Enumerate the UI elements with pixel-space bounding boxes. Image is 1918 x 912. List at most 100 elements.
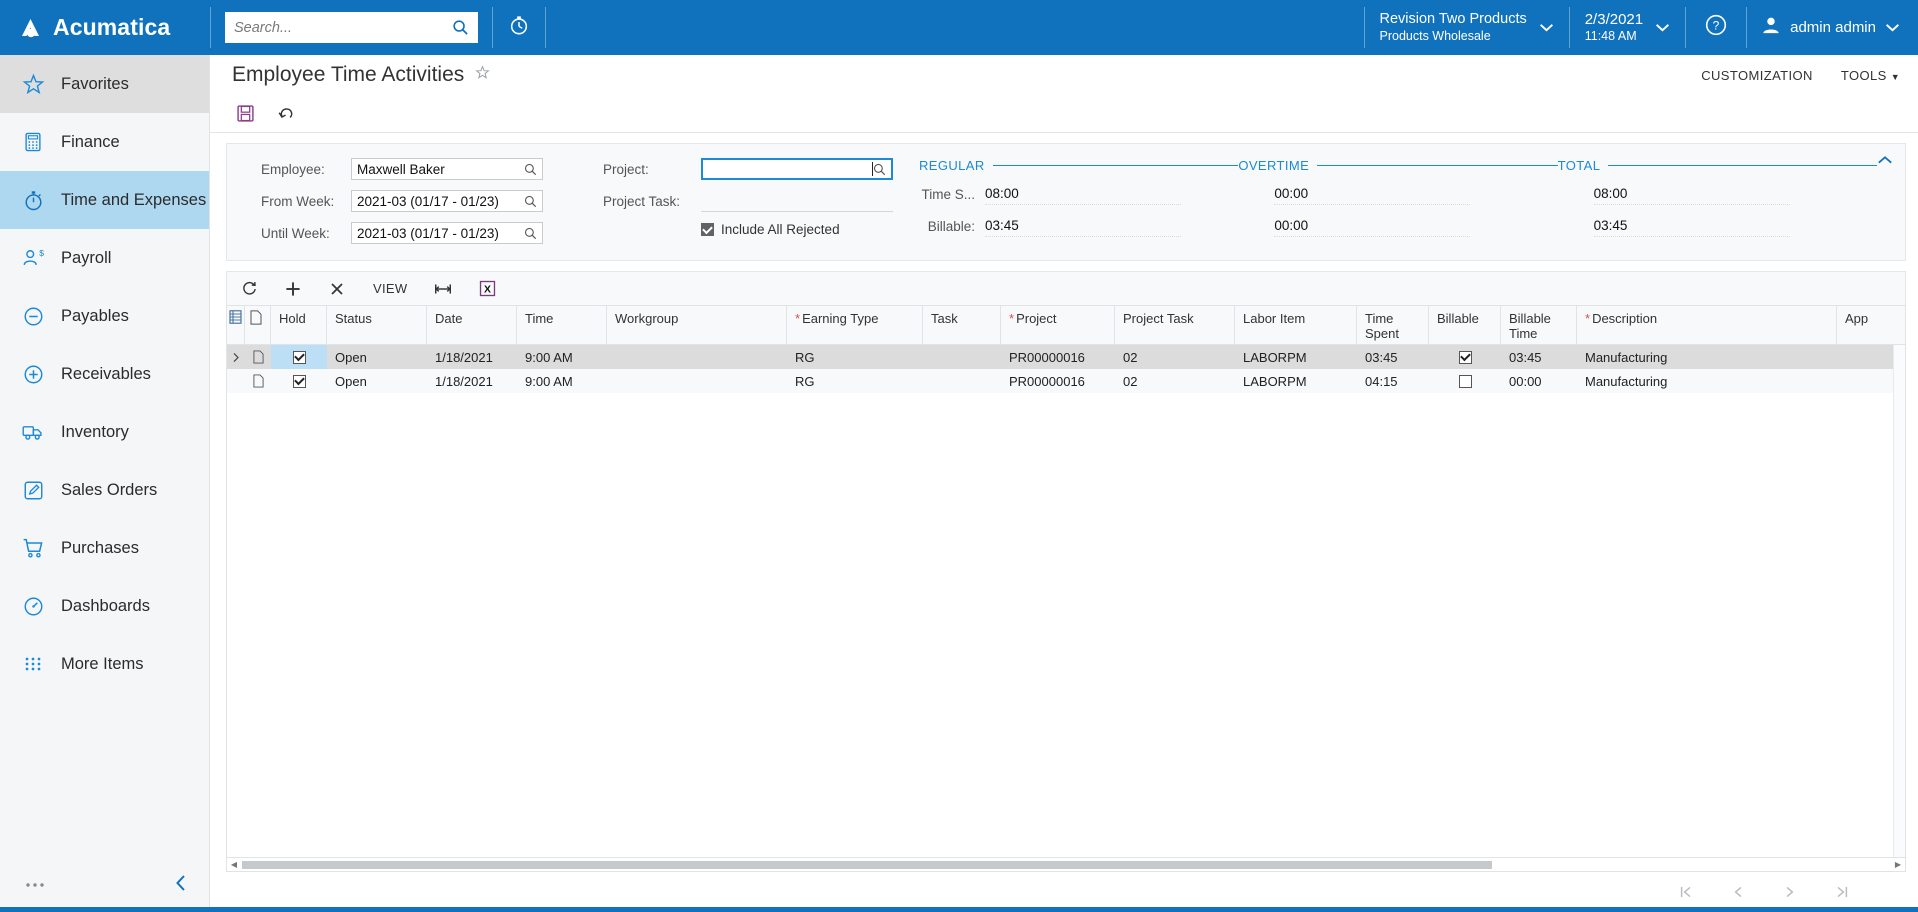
search-input[interactable]	[234, 19, 452, 36]
ellipsis-icon[interactable]	[24, 881, 46, 889]
magnifier-icon[interactable]	[524, 163, 537, 176]
user-menu[interactable]: admin admin	[1747, 0, 1918, 55]
project-task-field-row: Project Task:	[603, 190, 893, 212]
cell-billable-checkbox[interactable]	[1429, 369, 1501, 393]
grid-header-time-spent[interactable]: Time Spent	[1357, 306, 1429, 344]
sidebar-item-finance[interactable]: Finance	[0, 113, 209, 171]
scroll-right-icon[interactable]: ▶	[1891, 860, 1905, 869]
grid-vertical-scrollbar[interactable]	[1893, 345, 1905, 857]
billable-checkbox-box	[1458, 374, 1472, 388]
grid-header-billable[interactable]: Billable	[1429, 306, 1501, 344]
chevron-up-icon[interactable]	[1877, 152, 1893, 170]
grid-header-billable-time[interactable]: Billable Time	[1501, 306, 1577, 344]
summary-total-header: TOTAL	[1558, 158, 1877, 173]
date-time-selector[interactable]: 2/3/2021 11:48 AM	[1570, 0, 1685, 55]
grid-settings-icon[interactable]	[227, 306, 245, 344]
grid-horizontal-scrollbar[interactable]: ◀ ▶	[226, 858, 1906, 872]
magnifier-icon[interactable]	[873, 163, 886, 176]
refresh-button[interactable]	[227, 272, 271, 306]
grid-header-time[interactable]: Time	[517, 306, 607, 344]
search-box[interactable]	[225, 12, 478, 43]
total-time-spent: 08:00	[1593, 183, 1790, 205]
bottom-accent-strip	[0, 907, 1918, 912]
magnifier-icon[interactable]	[524, 195, 537, 208]
cell-billable-checkbox[interactable]	[1429, 345, 1501, 369]
sidebar-item-dashboards[interactable]: Dashboards	[0, 577, 209, 635]
search-icon[interactable]	[452, 19, 469, 36]
grid-header-status[interactable]: Status	[327, 306, 427, 344]
cell-project-task: 02	[1123, 373, 1138, 389]
cell-task	[923, 369, 1001, 393]
timer-button[interactable]	[493, 0, 545, 55]
cell-billable-time: 00:00	[1509, 373, 1542, 389]
project-input[interactable]	[701, 158, 893, 180]
time-spent-label: Time S...	[921, 186, 975, 202]
user-avatar-icon	[1761, 15, 1781, 40]
cell-date: 1/18/2021	[435, 373, 493, 389]
page-title: Employee Time Activities	[232, 63, 465, 86]
company-branch: Products Wholesale	[1379, 28, 1491, 43]
include-all-rejected-checkbox[interactable]	[701, 223, 714, 236]
sidebar-item-payroll[interactable]: $ Payroll	[0, 229, 209, 287]
undo-button[interactable]	[277, 105, 297, 123]
until-week-input[interactable]: 2021-03 (01/17 - 01/23)	[351, 222, 543, 244]
grid-header-date[interactable]: Date	[427, 306, 517, 344]
delete-row-button[interactable]	[315, 272, 359, 306]
fit-width-icon[interactable]	[421, 272, 465, 306]
brand-name: Acumatica	[53, 14, 171, 40]
file-icon[interactable]	[245, 345, 271, 369]
company-selector[interactable]: Revision Two Products Products Wholesale	[1365, 0, 1569, 55]
save-button[interactable]	[236, 104, 255, 123]
help-button[interactable]: ?	[1686, 0, 1746, 55]
hold-checkbox[interactable]	[271, 345, 327, 369]
sidebar-item-sales-orders[interactable]: Sales Orders	[0, 461, 209, 519]
required-marker: *	[1009, 311, 1015, 326]
grid-header-hold[interactable]: Hold	[271, 306, 327, 344]
sidebar-item-purchases[interactable]: Purchases	[0, 519, 209, 577]
view-button[interactable]: VIEW	[359, 272, 421, 306]
scroll-left-icon[interactable]: ◀	[227, 860, 241, 869]
from-week-input[interactable]: 2021-03 (01/17 - 01/23)	[351, 190, 543, 212]
employee-input[interactable]: Maxwell Baker	[351, 158, 543, 180]
sidebar-item-receivables[interactable]: Receivables	[0, 345, 209, 403]
export-excel-button[interactable]: X	[465, 272, 509, 306]
tools-menu[interactable]: TOOLS ▼	[1841, 68, 1900, 83]
star-icon	[20, 73, 46, 96]
sidebar-item-payables[interactable]: Payables	[0, 287, 209, 345]
file-icon[interactable]	[245, 369, 271, 393]
star-outline-icon[interactable]	[475, 65, 490, 85]
customization-menu[interactable]: CUSTOMIZATION	[1701, 68, 1813, 83]
row-expander[interactable]	[227, 345, 245, 369]
sidebar-item-more-items[interactable]: More Items	[0, 635, 209, 693]
until-week-value: 2021-03 (01/17 - 01/23)	[357, 225, 499, 241]
sidebar-item-inventory[interactable]: Inventory	[0, 403, 209, 461]
brand-logo-area[interactable]: Acumatica	[0, 0, 210, 55]
sidebar-item-time-and-expenses[interactable]: Time and Expenses	[0, 171, 209, 229]
next-page-button[interactable]	[1782, 884, 1798, 900]
main-content-panel: Employee Time Activities CUSTOMIZATION T…	[210, 55, 1918, 912]
grid-header-project[interactable]: * Project	[1001, 306, 1115, 344]
hold-checkbox[interactable]	[271, 369, 327, 393]
chevron-left-icon[interactable]	[174, 874, 188, 897]
table-row[interactable]: Open 1/18/2021 9:00 AM RG PR00000016 02 …	[227, 369, 1905, 393]
first-page-button[interactable]	[1678, 884, 1694, 900]
project-task-input[interactable]	[701, 190, 893, 212]
grid-header-app[interactable]: App	[1837, 306, 1897, 344]
grid-header-earning-type[interactable]: * Earning Type	[787, 306, 923, 344]
grid-header-labor-item[interactable]: Labor Item	[1235, 306, 1357, 344]
add-row-button[interactable]	[271, 272, 315, 306]
table-row[interactable]: Open 1/18/2021 9:00 AM RG PR00000016 02 …	[227, 345, 1905, 369]
grid-header-description[interactable]: * Description	[1577, 306, 1837, 344]
last-page-button[interactable]	[1834, 884, 1850, 900]
sidebar-item-favorites[interactable]: Favorites	[0, 55, 209, 113]
billable-checkbox-box	[1458, 350, 1472, 364]
prev-page-button[interactable]	[1730, 884, 1746, 900]
grid-header-workgroup[interactable]: Workgroup	[607, 306, 787, 344]
grid-header-project-task[interactable]: Project Task	[1115, 306, 1235, 344]
scroll-thumb[interactable]	[242, 861, 1492, 869]
chevron-down-icon	[1539, 20, 1554, 35]
grid-header-task[interactable]: Task	[923, 306, 1001, 344]
person-dollar-icon: $	[20, 247, 46, 270]
magnifier-icon[interactable]	[524, 227, 537, 240]
include-all-rejected-row[interactable]: Include All Rejected	[603, 222, 893, 237]
